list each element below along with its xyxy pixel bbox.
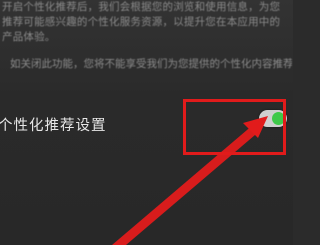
description-line: 推荐可能感兴趣的个性化服务资源，以提升您在本应用中的 [2,16,281,28]
settings-screen: 开启个性化推荐后，我们会根据您的浏览和使用信息，为您 推荐可能感兴趣的个性化服务… [0,0,293,245]
recommendation-description: 开启个性化推荐后，我们会根据您的浏览和使用信息，为您 推荐可能感兴趣的个性化服务… [2,0,290,45]
description-line: 产品体验。 [2,31,56,43]
setting-label: 个性化推荐设置 [0,118,107,134]
disable-notice: 如关闭此功能，您将不能享受我们为您提供的个性化内容推荐。 [10,58,292,70]
description-line: 开启个性化推荐后，我们会根据您的浏览和使用信息，为您 [2,1,281,13]
annotation-highlight-box [183,99,286,155]
